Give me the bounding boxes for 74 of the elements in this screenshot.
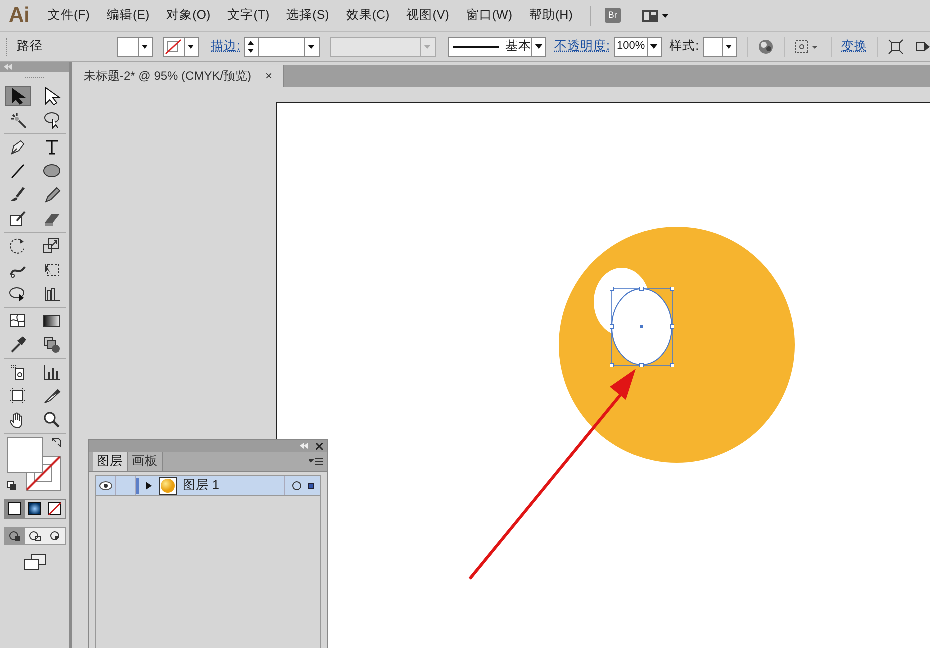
- shape-builder-icon: [8, 285, 26, 303]
- stroke-weight-spinner[interactable]: [244, 36, 320, 56]
- selected-ellipse[interactable]: [610, 287, 674, 367]
- stroke-color-dropdown[interactable]: [163, 36, 199, 56]
- tool-button[interactable]: [4, 86, 30, 106]
- swap-arrow-icon[interactable]: [50, 437, 62, 449]
- opacity-link[interactable]: 不透明度:: [554, 37, 610, 56]
- graphic-style-dropdown[interactable]: [703, 36, 738, 56]
- expand-triangle-icon[interactable]: [145, 480, 153, 490]
- layer-row[interactable]: 图层 1: [96, 476, 320, 496]
- menu-item[interactable]: 选择(S): [286, 6, 330, 25]
- menu-item[interactable]: 编辑(E): [106, 6, 150, 25]
- app-logo: Ai: [9, 2, 30, 29]
- mesh-icon: [8, 312, 26, 330]
- screen-mode-icon[interactable]: [22, 553, 46, 571]
- rotate-icon: [8, 237, 26, 255]
- pen-icon: [8, 138, 26, 156]
- magic-wand-icon: [8, 111, 26, 129]
- panel-menu-icon[interactable]: [309, 457, 323, 467]
- layer-name: 图层 1: [183, 477, 220, 494]
- align-options-icon[interactable]: [794, 38, 821, 54]
- menu-item[interactable]: 视图(V): [406, 6, 450, 25]
- symbol-sprayer-icon: [8, 363, 26, 381]
- zoom-icon: [42, 411, 60, 429]
- panel-tab[interactable]: 图层: [93, 452, 128, 471]
- menu-item[interactable]: 文件(F): [48, 6, 90, 25]
- line-segment-icon: [8, 162, 26, 180]
- free-transform-icon: [42, 261, 60, 279]
- document-tab[interactable]: 未标题-2* @ 95% (CMYK/预览) ×: [74, 65, 284, 87]
- eye-icon[interactable]: [98, 480, 112, 490]
- recolor-artwork-icon[interactable]: [758, 38, 774, 54]
- eyedropper-icon: [8, 336, 26, 354]
- target-icon[interactable]: [292, 480, 302, 490]
- style-label: 样式:: [670, 38, 700, 56]
- selection-type-label: 路径: [17, 38, 44, 56]
- blend-icon: [42, 336, 60, 354]
- selection-square-icon[interactable]: [308, 482, 314, 488]
- menu-item[interactable]: 对象(O): [166, 6, 211, 25]
- stroke-link[interactable]: 描边:: [211, 37, 240, 56]
- slice-icon: [42, 387, 60, 405]
- menu-item[interactable]: 窗口(W): [466, 6, 512, 25]
- close-button[interactable]: ×: [266, 67, 273, 85]
- menu-item[interactable]: 效果(C): [346, 6, 390, 25]
- draw-behind-icon[interactable]: [24, 528, 44, 544]
- color-mode-icon[interactable]: [4, 500, 24, 518]
- opacity-dropdown[interactable]: 100%: [614, 36, 662, 56]
- caret-icon[interactable]: [534, 44, 543, 49]
- lasso-icon: [42, 111, 60, 129]
- artboard-icon: [8, 387, 26, 405]
- transform-link[interactable]: 变换: [841, 37, 868, 56]
- brush-icon: [8, 186, 26, 204]
- graph-icon: [42, 285, 60, 303]
- fill-color-dropdown[interactable]: [117, 36, 153, 56]
- ellipse-icon: [42, 162, 60, 180]
- close-icon[interactable]: [316, 442, 323, 450]
- draw-inside-icon[interactable]: [44, 528, 64, 544]
- menu-item[interactable]: 帮助(H): [530, 6, 573, 25]
- column-graph-icon: [42, 363, 60, 381]
- workspace-layout-icon[interactable]: [640, 8, 671, 24]
- pencil-icon: [42, 186, 60, 204]
- draw-normal-icon[interactable]: [4, 528, 24, 544]
- stroke-profile-dropdown[interactable]: 基本: [448, 36, 546, 56]
- isolate-icon[interactable]: [888, 38, 904, 54]
- panel-grip-icon: [24, 76, 44, 80]
- blob-brush-icon: [8, 210, 26, 228]
- caret-icon[interactable]: [650, 44, 658, 49]
- layer-thumbnail: [159, 476, 177, 494]
- direct-selection-icon: [42, 87, 60, 105]
- panel-tab[interactable]: 画板: [128, 452, 163, 471]
- menu-item[interactable]: 文字(T): [228, 6, 270, 25]
- default-colors-icon[interactable]: [6, 481, 16, 491]
- bridge-button[interactable]: Br: [604, 8, 621, 23]
- scale-icon: [42, 237, 60, 255]
- fill-stroke-swatches-drawing[interactable]: [6, 437, 62, 493]
